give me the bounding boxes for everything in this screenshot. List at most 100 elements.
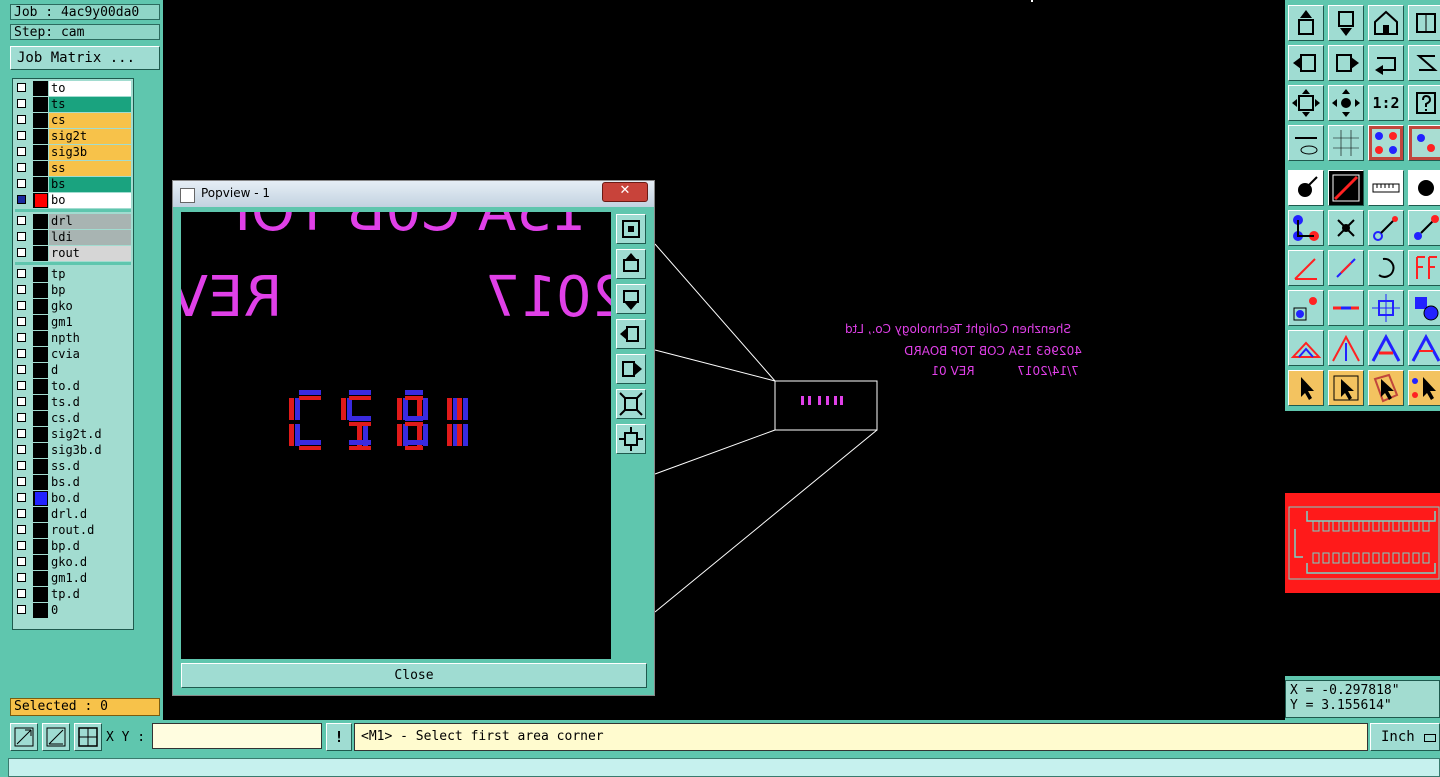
layer-checkbox[interactable]	[17, 525, 26, 534]
layer-checkbox[interactable]	[17, 381, 26, 390]
layer-row-drl.d[interactable]: drl.d	[15, 507, 131, 522]
layer-checkbox[interactable]	[17, 195, 26, 204]
cross-icon[interactable]	[1328, 210, 1364, 246]
layer-checkbox[interactable]	[17, 477, 26, 486]
popview-pan-left-icon[interactable]	[616, 319, 646, 349]
layer-checkbox[interactable]	[17, 397, 26, 406]
net-connect-icon[interactable]	[1288, 210, 1324, 246]
layer-row-bs.d[interactable]: bs.d	[15, 475, 131, 490]
layer-checkbox[interactable]	[17, 429, 26, 438]
grid-icon[interactable]	[1328, 125, 1364, 161]
layer-row-ss[interactable]: ss	[15, 161, 131, 176]
layer-checkbox[interactable]	[17, 557, 26, 566]
layer-row-cs.d[interactable]: cs.d	[15, 411, 131, 426]
grid-snap-icon[interactable]	[74, 723, 102, 751]
angle-icon[interactable]	[1288, 250, 1324, 286]
popview-titlebar[interactable]: Popview - 1 ✕	[173, 181, 654, 207]
layer-checkbox[interactable]	[17, 605, 26, 614]
layer-checkbox[interactable]	[17, 83, 26, 92]
select-point-icon[interactable]	[1288, 170, 1324, 206]
layer-checkbox[interactable]	[17, 333, 26, 342]
layer-checkbox[interactable]	[17, 573, 26, 582]
layer-checkbox[interactable]	[17, 541, 26, 550]
job-matrix-button[interactable]: Job Matrix ...	[10, 46, 160, 70]
alert-button[interactable]: !	[326, 723, 352, 751]
layer-row-npth[interactable]: npth	[15, 331, 131, 346]
overview-map[interactable]	[1285, 411, 1440, 676]
window-close-button[interactable]: ✕	[602, 182, 648, 202]
layer-row-sig3b[interactable]: sig3b	[15, 145, 131, 160]
popview-pan-down-icon[interactable]	[616, 284, 646, 314]
layer-checkbox[interactable]	[17, 365, 26, 374]
layer-row-gko.d[interactable]: gko.d	[15, 555, 131, 570]
layer-row-rout.d[interactable]: rout.d	[15, 523, 131, 538]
zoom-area-rect[interactable]	[774, 380, 878, 431]
layer-checkbox[interactable]	[17, 589, 26, 598]
resize-icon[interactable]	[10, 723, 38, 751]
layer-row-tp[interactable]: tp	[15, 267, 131, 282]
layer-checkbox[interactable]	[17, 179, 26, 188]
popview-zoom-out-icon[interactable]	[616, 424, 646, 454]
polygon-small-icon[interactable]	[1288, 330, 1324, 366]
layer-checkbox[interactable]	[17, 285, 26, 294]
route-pad-icon[interactable]	[1408, 210, 1440, 246]
layer-row-to.d[interactable]: to.d	[15, 379, 131, 394]
popview-pan-right-icon[interactable]	[616, 354, 646, 384]
layer-checkbox[interactable]	[17, 131, 26, 140]
layer-checkbox[interactable]	[17, 349, 26, 358]
zoom-home-icon[interactable]	[1328, 85, 1364, 121]
pad-icon[interactable]	[1408, 170, 1440, 206]
layer-row-cs[interactable]: cs	[15, 113, 131, 128]
scale-1-2-icon[interactable]: 1:2	[1368, 85, 1404, 121]
ruler-icon[interactable]	[1368, 170, 1404, 206]
layer-checkbox[interactable]	[17, 509, 26, 518]
home-icon[interactable]	[1368, 5, 1404, 41]
layer-checkbox[interactable]	[17, 216, 26, 225]
layer-checkbox[interactable]	[17, 301, 26, 310]
layer-row-drl[interactable]: drl	[15, 214, 131, 229]
layer-row-bp[interactable]: bp	[15, 283, 131, 298]
popview-pan-up-icon[interactable]	[616, 249, 646, 279]
layer-row-ts[interactable]: ts	[15, 97, 131, 112]
layer-row-0[interactable]: 0	[15, 603, 131, 618]
xy-input[interactable]	[152, 723, 322, 749]
import-icon[interactable]	[1288, 5, 1324, 41]
layer-checkbox[interactable]	[17, 493, 26, 502]
layer-row-sig2t.d[interactable]: sig2t.d	[15, 427, 131, 442]
display-mode-icon[interactable]	[1328, 170, 1364, 206]
unit-selector[interactable]: Inch	[1370, 723, 1440, 751]
layer-checkbox[interactable]	[17, 248, 26, 257]
layer-row-gm1[interactable]: gm1	[15, 315, 131, 330]
layer-row-gko[interactable]: gko	[15, 299, 131, 314]
layer-checkbox[interactable]	[17, 317, 26, 326]
pointer-net-icon[interactable]	[1408, 370, 1440, 406]
layer-row-bo.d[interactable]: bo.d	[15, 491, 131, 506]
popview-zoom-fit-icon[interactable]	[616, 214, 646, 244]
polygon-outline-icon[interactable]	[1408, 330, 1440, 366]
layer-checkbox[interactable]	[17, 232, 26, 241]
pan-right-icon[interactable]	[1328, 45, 1364, 81]
snap-nets-icon[interactable]	[1368, 125, 1404, 161]
layer-row-bp.d[interactable]: bp.d	[15, 539, 131, 554]
diagonal-icon[interactable]	[1328, 250, 1364, 286]
line-icon[interactable]	[1328, 290, 1364, 326]
layer-row-bs[interactable]: bs	[15, 177, 131, 192]
snap-pads-icon[interactable]	[1408, 125, 1440, 161]
undo-icon[interactable]	[1368, 45, 1404, 81]
layer-row-sig2t[interactable]: sig2t	[15, 129, 131, 144]
zoom-fit-icon[interactable]	[1288, 85, 1324, 121]
layer-row-cvia[interactable]: cvia	[15, 347, 131, 362]
arc-icon[interactable]	[1368, 250, 1404, 286]
polygon-fill-icon[interactable]	[1368, 330, 1404, 366]
layer-checkbox[interactable]	[17, 461, 26, 470]
popview-close-button[interactable]: Close	[181, 663, 647, 688]
layer-checkbox[interactable]	[17, 445, 26, 454]
layer-checkbox[interactable]	[17, 147, 26, 156]
via-icon[interactable]	[1368, 290, 1404, 326]
window-icon[interactable]	[1408, 5, 1440, 41]
layer-row-bo[interactable]: bo	[15, 193, 131, 208]
export-icon[interactable]	[1328, 5, 1364, 41]
layer-row-to[interactable]: to	[15, 81, 131, 96]
pointer-pad-icon[interactable]	[1368, 370, 1404, 406]
mirror-icon[interactable]	[1408, 250, 1440, 286]
